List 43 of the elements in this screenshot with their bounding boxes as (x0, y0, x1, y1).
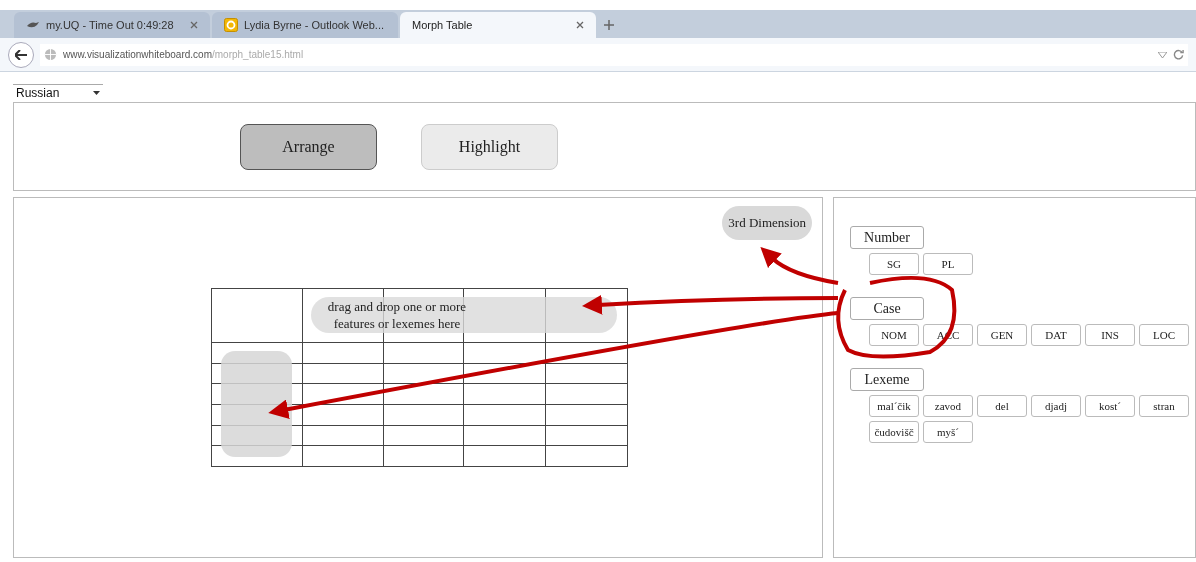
back-arrow-icon (15, 49, 27, 60)
feature-value-button[interactable]: čudovišč (869, 421, 919, 443)
feature-value-button[interactable]: mal´čik (869, 395, 919, 417)
toolbar-button[interactable]: Arrange (240, 123, 377, 170)
back-button[interactable] (8, 41, 34, 68)
mail-icon (224, 18, 238, 32)
feature-value-button[interactable]: GEN (977, 324, 1027, 346)
feature-value-button[interactable]: INS (1085, 324, 1135, 346)
feature-value-button[interactable]: stran (1139, 395, 1189, 417)
feature-value-button[interactable]: myš´ (923, 421, 973, 443)
dropdown-icon[interactable] (1158, 51, 1167, 58)
feature-value-button[interactable]: DAT (1031, 324, 1081, 346)
feature-group-button[interactable]: Case (850, 297, 924, 320)
url-text: www.visualizationwhiteboard.com/morph_table15.html (63, 48, 304, 62)
caret-icon (93, 91, 100, 95)
feature-value-button[interactable]: NOM (869, 324, 919, 346)
browser-tab[interactable]: Lydia Byrne - Outlook Web... (212, 12, 398, 38)
column-drop-zone[interactable]: drag and drop one or more features or lexemes here (311, 297, 617, 333)
tab-title: Lydia Byrne - Outlook Web... (244, 17, 384, 33)
feature-value-button[interactable]: kost´ (1085, 395, 1135, 417)
browser-tab[interactable]: my.UQ - Time Out 0:49:28 (14, 12, 210, 38)
globe-icon (44, 48, 57, 61)
tab-title: Morph Table (412, 17, 474, 33)
feature-value-button[interactable]: SG (869, 253, 919, 275)
feature-value-button[interactable]: djadj (1031, 395, 1081, 417)
browser-tab[interactable]: Morph Table (400, 12, 596, 38)
new-tab-icon[interactable] (604, 20, 614, 30)
address-field[interactable]: www.visualizationwhiteboard.com/morph_table15.html (40, 43, 1188, 66)
bird-icon (26, 21, 40, 29)
row-drop-zone[interactable] (221, 351, 292, 457)
feature-value-button[interactable]: del (977, 395, 1027, 417)
feature-value-button[interactable]: PL (923, 253, 973, 275)
feature-value-button[interactable]: LOC (1139, 324, 1189, 346)
third-dimension-drop-zone[interactable]: 3rd Dimension (722, 206, 812, 240)
close-icon[interactable] (576, 21, 584, 29)
close-icon[interactable] (190, 21, 198, 29)
tab-title: my.UQ - Time Out 0:49:28 (46, 17, 175, 33)
feature-value-button[interactable]: zavod (923, 395, 973, 417)
feature-group-button[interactable]: Number (850, 226, 924, 249)
toolbar-button[interactable]: Highlight (421, 123, 558, 170)
feature-group-button[interactable]: Lexeme (850, 368, 924, 391)
language-select[interactable]: Russian (13, 84, 103, 101)
reload-icon[interactable] (1173, 49, 1184, 60)
